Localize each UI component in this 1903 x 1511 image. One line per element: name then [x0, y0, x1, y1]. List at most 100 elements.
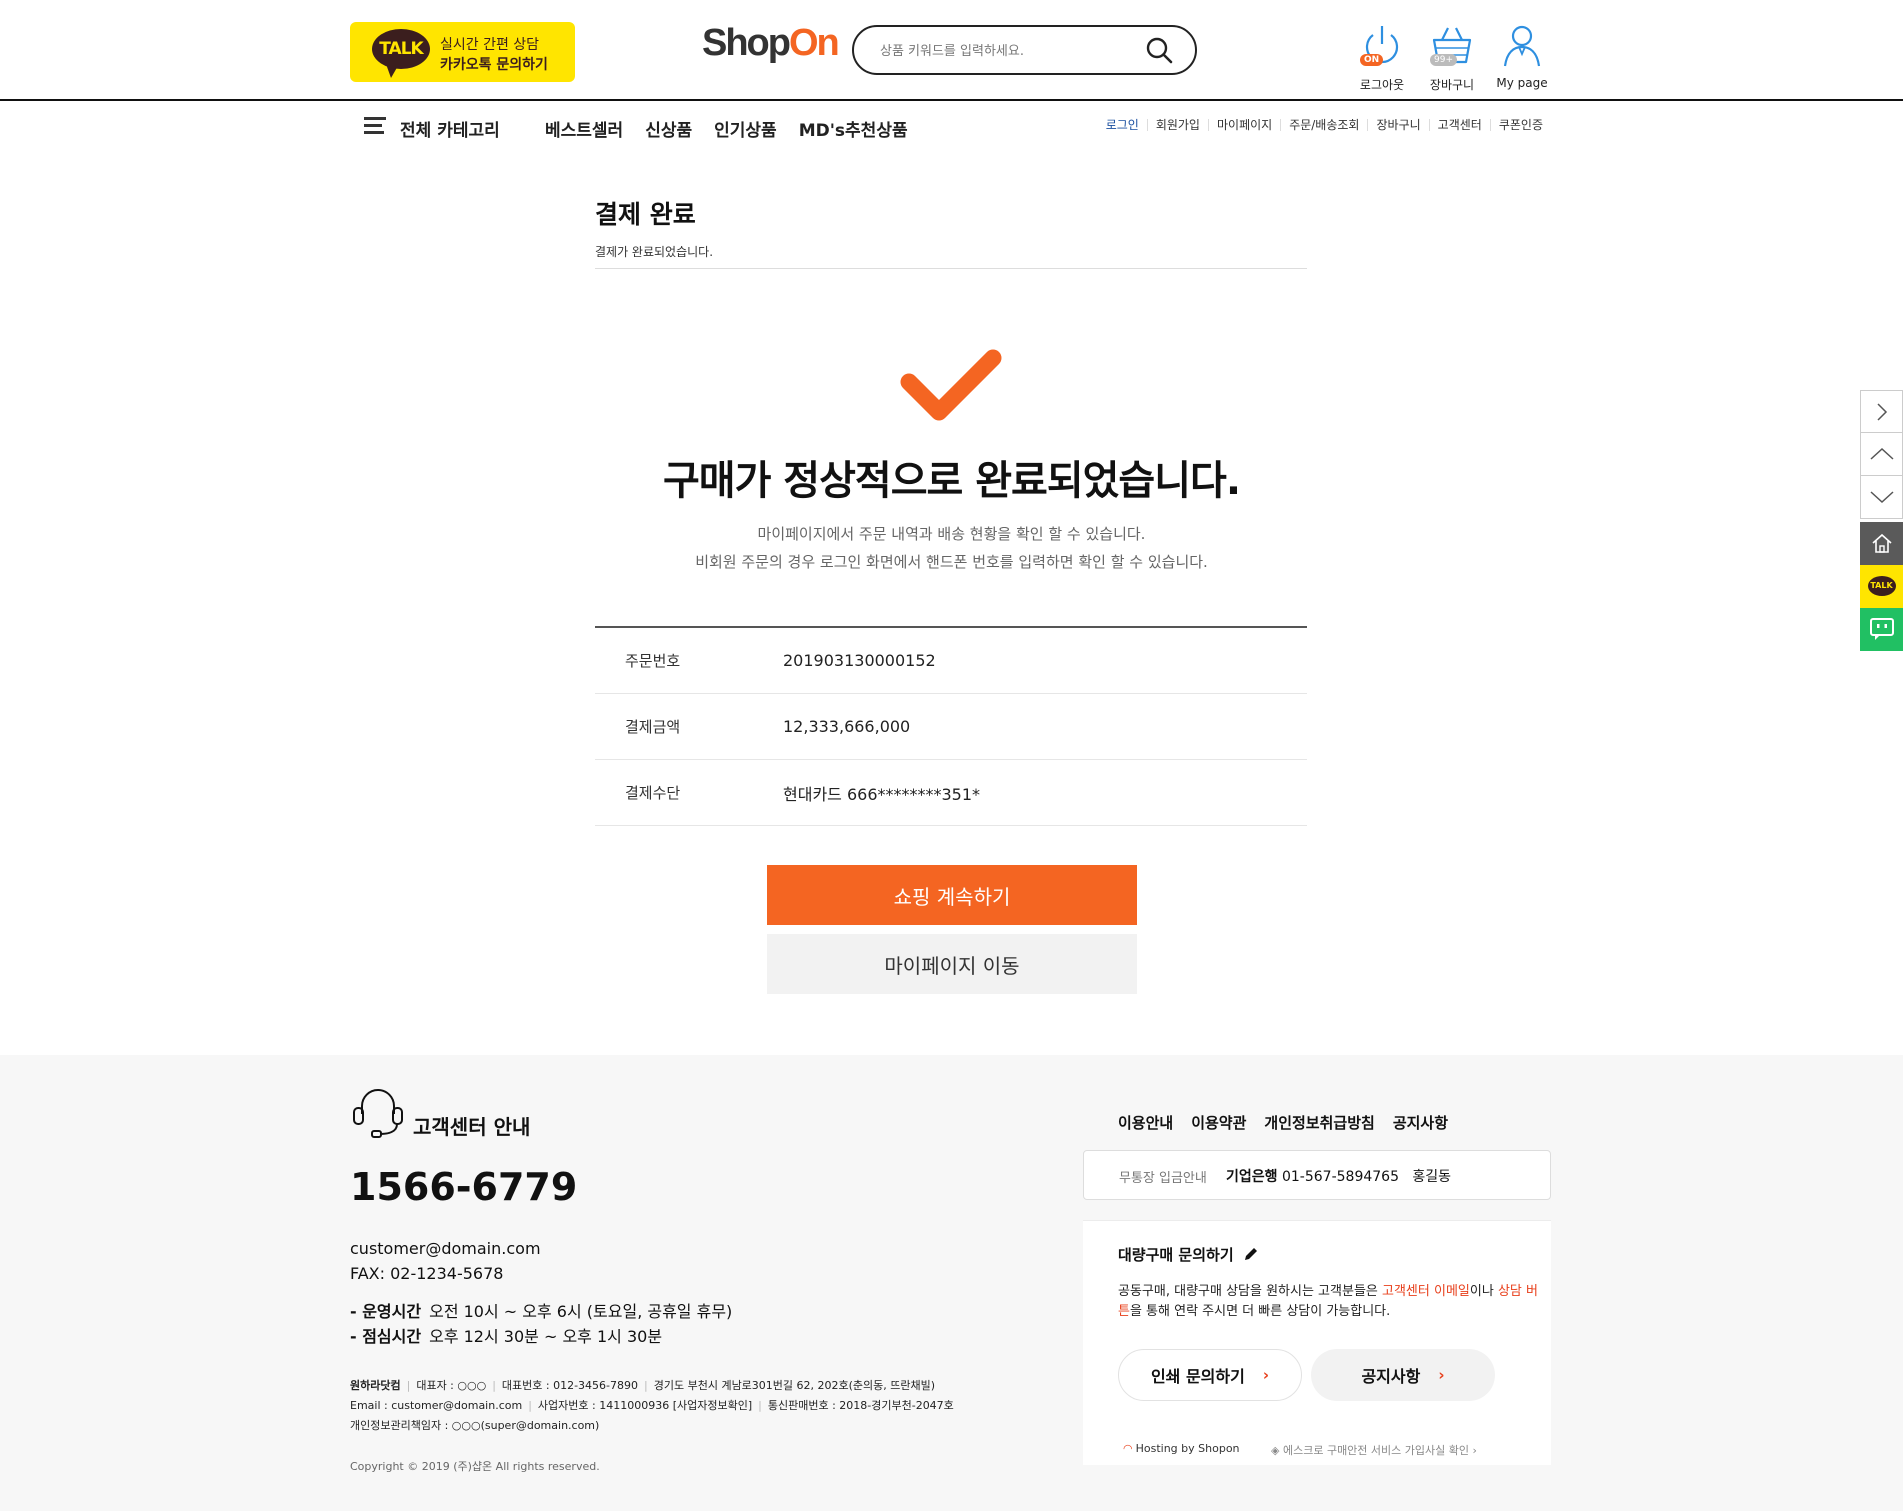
- quick-home-button[interactable]: [1860, 522, 1903, 565]
- copyright: Copyright © 2019 (주)샵온 All rights reserv…: [350, 1460, 600, 1473]
- chevron-up-icon: [1869, 447, 1894, 460]
- chat-bot-icon: [1869, 618, 1894, 640]
- payment-amount-value: 12,333,666,000: [783, 717, 911, 736]
- quick-chat-button[interactable]: [1860, 608, 1903, 651]
- bulk-inquiry-description: 공동구매, 대량구매 상담을 원하시는 고객분들은 고객센터 이메일이나 상담 …: [1118, 1282, 1538, 1322]
- cs-phone: 1566-6779: [350, 1165, 578, 1209]
- completion-description: 마이페이지에서 주문 내역과 배송 현황을 확인 할 수 있습니다. 비회원 주…: [0, 520, 1903, 576]
- print-inquiry-label: 인쇄 문의하기: [1150, 1367, 1245, 1386]
- nav-signup[interactable]: 회원가입: [1146, 119, 1208, 131]
- quick-kakao-button[interactable]: TALK: [1860, 565, 1903, 608]
- logout-button[interactable]: ON 로그아웃: [1350, 22, 1414, 93]
- cs-lunch-hours: - 점심시간 오후 12시 30분 ~ 오후 1시 30분: [350, 1323, 662, 1347]
- nav-all-category[interactable]: 전체 카테고리: [400, 116, 500, 141]
- mypage-label: My page: [1496, 76, 1548, 90]
- site-logo[interactable]: ShopOn: [702, 22, 840, 65]
- mail-order-number: 통신판매번호 : 2018-경기부천-2047호: [767, 1399, 954, 1412]
- print-inquiry-button[interactable]: 인쇄 문의하기 ›: [1118, 1349, 1302, 1401]
- payment-method-label: 결제수단: [625, 784, 681, 802]
- kakao-talk-banner[interactable]: TALK 실시간 간편 상담 카카오톡 문의하기: [350, 22, 575, 82]
- table-row: 결제금액 12,333,666,000: [595, 694, 1307, 760]
- company-ceo: 대표자 : ○○○: [416, 1379, 487, 1392]
- notice-label: 공지사항: [1361, 1367, 1421, 1386]
- company-name: 원하라닷컴: [350, 1379, 401, 1392]
- footer-link-notice[interactable]: 공지사항: [1393, 1112, 1448, 1133]
- payment-amount-label: 결제금액: [625, 718, 681, 736]
- escrow-text: 에스크로 구매안전 서비스 가입사실 확인: [1282, 1444, 1469, 1457]
- user-icon: [1503, 25, 1541, 67]
- footer-links: 이용안내 이용약관 개인정보취급방침 공지사항: [1118, 1112, 1448, 1133]
- cart-button[interactable]: 99+ 장바구니: [1420, 22, 1484, 93]
- footer-link-guide[interactable]: 이용안내: [1118, 1112, 1173, 1133]
- chevron-down-icon: [1869, 491, 1894, 504]
- table-row: 주문번호 201903130000152: [595, 628, 1307, 694]
- mypage-button[interactable]: My page: [1490, 22, 1554, 90]
- chevron-right-icon: ›: [1438, 1366, 1445, 1384]
- page-header: 결제 완료 결제가 완료되었습니다.: [595, 195, 1307, 269]
- footer-link-terms[interactable]: 이용약관: [1191, 1112, 1246, 1133]
- menu-icon[interactable]: [364, 117, 386, 137]
- nav-bestseller[interactable]: 베스트셀러: [545, 116, 623, 141]
- hosting-text: Hosting by Shopon: [1135, 1442, 1240, 1455]
- completion-headline: 구매가 정상적으로 완료되었습니다.: [662, 458, 1241, 504]
- headset-icon: [353, 1089, 403, 1138]
- nav-customer-center[interactable]: 고객센터: [1428, 119, 1490, 131]
- order-number-value: 201903130000152: [783, 651, 936, 670]
- home-icon: [1871, 533, 1892, 553]
- bank-info-value: 기업은행 01-567-5894765 홍길동: [1226, 1166, 1451, 1186]
- description-line1: 마이페이지에서 주문 내역과 배송 현황을 확인 할 수 있습니다.: [757, 525, 1146, 543]
- bulk-desc-cs-link[interactable]: 고객센터: [1382, 1284, 1430, 1299]
- bulk-title-text: 대량구매 문의하기: [1118, 1246, 1234, 1264]
- cs-title: 고객센터 안내: [413, 1115, 531, 1139]
- order-number-label: 주문번호: [625, 652, 681, 670]
- cs-operating-hours: - 운영시간 오전 10시 ~ 오후 6시 (토요일, 공휴일 휴무): [350, 1298, 732, 1322]
- scroll-top-button[interactable]: [1860, 433, 1903, 476]
- hosting-info: ◠ Hosting by Shopon: [1123, 1442, 1240, 1455]
- cs-email: customer@domain.com: [350, 1239, 541, 1258]
- nav-login[interactable]: 로그인: [1098, 119, 1147, 131]
- company-address: 경기도 부천시 계남로301번길 62, 202호(춘의동, 뜨란채빌): [653, 1379, 936, 1392]
- logo-part2: On: [788, 22, 840, 64]
- main-nav: 전체 카테고리 베스트셀러 신상품 인기상품 MD's추천상품 로그인 회원가입…: [0, 103, 1903, 151]
- nav-util-links: 로그인 회원가입 마이페이지 주문/배송조회 장바구니 고객센터 쿠폰인증: [1098, 119, 1551, 131]
- business-number[interactable]: 사업자번호 : 1411000936 [사업자정보확인]: [538, 1399, 752, 1412]
- go-mypage-button[interactable]: 마이페이지 이동: [767, 934, 1137, 994]
- scroll-bottom-button[interactable]: [1860, 476, 1903, 519]
- page-subtitle: 결제가 완료되었습니다.: [595, 245, 714, 259]
- talk-bubble-tail: [386, 64, 399, 78]
- wifi-icon: ◠: [1123, 1442, 1133, 1455]
- table-row: 결제수단 현대카드 666********351*: [595, 760, 1307, 826]
- checkmark-icon: [900, 349, 1002, 421]
- search-input[interactable]: [880, 40, 1130, 62]
- hours-value: 오전 10시 ~ 오후 6시 (토요일, 공휴일 휴무): [429, 1302, 733, 1321]
- nav-order-tracking[interactable]: 주문/배송조회: [1280, 119, 1367, 131]
- bank-info-label: 무통장 입금안내: [1119, 1171, 1207, 1186]
- footer-link-privacy[interactable]: 개인정보취급방침: [1264, 1112, 1374, 1133]
- kakao-talk-icon: TALK: [1867, 576, 1896, 596]
- nav-md-recommend[interactable]: MD's추천상품: [799, 116, 908, 141]
- cart-count-badge: 99+: [1430, 54, 1457, 66]
- nav-new-products[interactable]: 신상품: [645, 116, 692, 141]
- lunch-label: - 점심시간: [350, 1327, 422, 1346]
- nav-cart[interactable]: 장바구니: [1367, 119, 1428, 131]
- logo-part1: Shop: [702, 22, 791, 64]
- bulk-desc-email-link[interactable]: 이메일: [1434, 1284, 1470, 1299]
- kakao-banner-line1: 실시간 간편 상담: [440, 37, 540, 53]
- search-icon[interactable]: [1144, 35, 1176, 67]
- notice-button[interactable]: 공지사항 ›: [1311, 1349, 1495, 1401]
- login-status-badge: ON: [1360, 54, 1384, 66]
- cs-fax: FAX: 02-1234-5678: [350, 1264, 504, 1283]
- nav-coupon[interactable]: 쿠폰인증: [1489, 119, 1551, 131]
- order-info-table: 주문번호 201903130000152 결제금액 12,333,666,000…: [595, 626, 1307, 826]
- search-box: [852, 25, 1197, 75]
- quick-menu: TALK: [1860, 390, 1903, 651]
- company-email: Email : customer@domain.com: [350, 1399, 523, 1412]
- nav-mypage[interactable]: 마이페이지: [1207, 119, 1280, 131]
- kakao-banner-line2: 카카오톡 문의하기: [440, 57, 548, 73]
- escrow-link[interactable]: ◈ 에스크로 구매안전 서비스 가입사실 확인 ›: [1271, 1442, 1477, 1458]
- quick-expand-button[interactable]: [1860, 390, 1903, 433]
- nav-popular[interactable]: 인기상품: [714, 116, 777, 141]
- kakao-talk-icon: TALK: [372, 29, 430, 69]
- lunch-value: 오후 12시 30분 ~ 오후 1시 30분: [429, 1327, 663, 1346]
- continue-shopping-button[interactable]: 쇼핑 계속하기: [767, 865, 1137, 925]
